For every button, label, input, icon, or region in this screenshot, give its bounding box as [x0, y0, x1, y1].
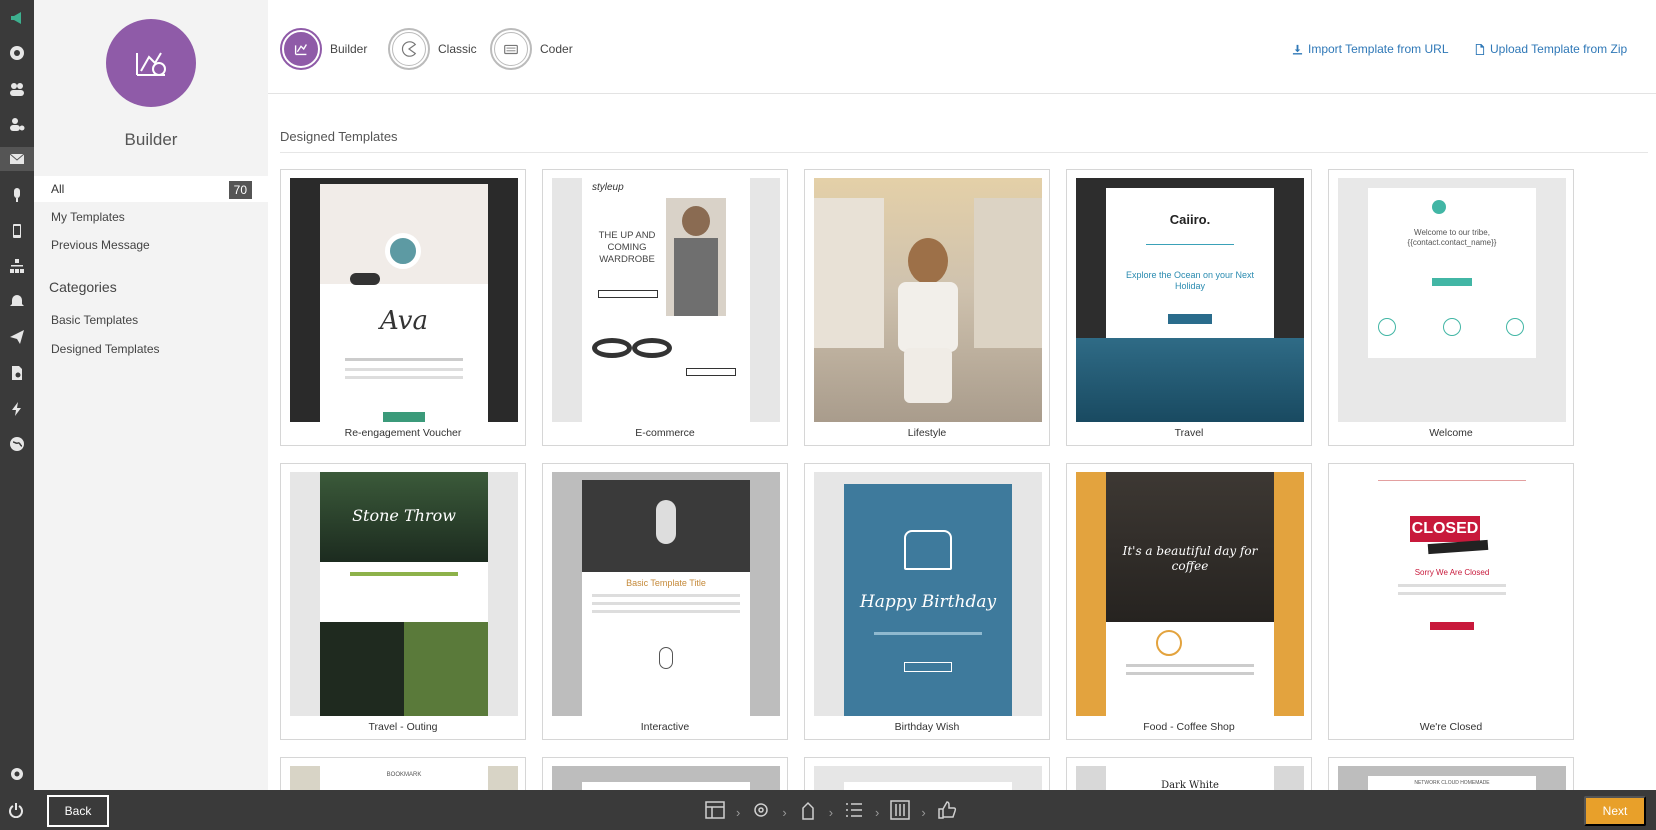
template-name: Re-engagement Voucher — [344, 427, 462, 439]
template-thumbnail: Ava — [290, 178, 518, 422]
app: Builder All 70 My Templates Previous Mes… — [0, 0, 1656, 830]
template-name: Welcome — [1429, 427, 1473, 439]
template-card-travel-outing[interactable]: Stone Throw Travel - Outing — [280, 463, 526, 740]
file-icon — [1475, 43, 1485, 55]
divider — [280, 152, 1648, 153]
builder-icon — [284, 32, 318, 66]
section-title: Designed Templates — [280, 129, 398, 144]
sitemap-icon[interactable] — [5, 254, 29, 278]
template-thumbnail: styleup THE UP AND COMING WARDROBE — [552, 178, 780, 422]
send-icon[interactable] — [5, 325, 29, 349]
download-icon — [1292, 44, 1303, 55]
gear-icon[interactable] — [5, 762, 29, 786]
sidebar: Builder All 70 My Templates Previous Mes… — [34, 0, 268, 790]
template-name: Travel - Outing — [368, 721, 438, 733]
mode-coder[interactable]: Coder — [490, 28, 573, 70]
sidebar-item-all[interactable]: All 70 — [34, 176, 268, 202]
list-step-icon[interactable] — [843, 799, 865, 826]
back-button[interactable]: Back — [47, 795, 109, 827]
microphone-icon[interactable] — [5, 183, 29, 207]
template-thumbnail: Happy Birthday — [814, 472, 1042, 716]
lightning-icon[interactable] — [5, 397, 29, 421]
thumbs-up-icon[interactable] — [936, 799, 958, 826]
user-settings-icon[interactable] — [5, 112, 29, 136]
category-designed-templates[interactable]: Designed Templates — [51, 342, 160, 356]
template-thumbnail: BOOKMARK — [290, 766, 518, 790]
sidebar-item-my-templates[interactable]: My Templates — [51, 210, 125, 224]
template-card-food-coffee-shop[interactable]: It's a beautiful day for coffee Food - C… — [1066, 463, 1312, 740]
template-name: Food - Coffee Shop — [1143, 721, 1235, 733]
mobile-icon[interactable] — [5, 219, 29, 243]
template-card-lifestyle[interactable]: Lifestyle — [804, 169, 1050, 446]
mode-label: Builder — [330, 42, 368, 56]
template-card-partial[interactable]: NETWORK CLOUD HOMEMADE — [1328, 757, 1574, 790]
template-thumbnail — [814, 178, 1042, 422]
count-badge: 70 — [228, 181, 252, 199]
pacman-icon — [392, 32, 426, 66]
settings-step-icon[interactable] — [750, 799, 772, 826]
sidebar-title: Builder — [124, 130, 178, 149]
next-button[interactable]: Next — [1584, 796, 1646, 826]
mode-label: Classic — [438, 42, 477, 56]
template-name: Interactive — [640, 721, 690, 733]
builder-logo-icon — [106, 19, 196, 107]
template-thumbnail — [552, 766, 780, 790]
template-card-e-commerce[interactable]: styleup THE UP AND COMING WARDROBE E-com… — [542, 169, 788, 446]
mode-label: Coder — [540, 42, 573, 56]
template-card-re-engagement-voucher[interactable]: Ava Re-engagement Voucher — [280, 169, 526, 446]
template-card-partial[interactable] — [804, 757, 1050, 790]
layout-step-icon[interactable] — [704, 799, 726, 826]
category-basic-templates[interactable]: Basic Templates — [51, 313, 138, 327]
globe-icon[interactable] — [5, 432, 29, 456]
mode-builder[interactable]: Builder — [280, 28, 367, 70]
template-card-travel[interactable]: Caiiro. Explore the Ocean on your Next H… — [1066, 169, 1312, 446]
template-thumbnail: NETWORK CLOUD HOMEMADE — [1338, 766, 1566, 790]
keyboard-icon — [494, 32, 528, 66]
template-card-interactive[interactable]: Basic Template Title Interactive — [542, 463, 788, 740]
power-icon[interactable] — [8, 802, 24, 823]
content-step-icon[interactable] — [797, 799, 819, 826]
template-thumbnail: Welcome to our tribe, {{contact.contact_… — [1338, 178, 1566, 422]
megaphone-icon[interactable] — [5, 6, 29, 30]
template-thumbnail: Caiiro. Explore the Ocean on your Next H… — [1076, 178, 1304, 422]
sliders-step-icon[interactable] — [889, 799, 911, 826]
template-thumbnail: Dark White — [1076, 766, 1304, 790]
template-thumbnail: CLOSED Sorry We Are Closed — [1338, 472, 1566, 716]
sidebar-item-label: All — [51, 182, 65, 196]
template-name: We're Closed — [1419, 721, 1483, 733]
template-thumbnail — [814, 766, 1042, 790]
template-thumbnail: It's a beautiful day for coffee — [1076, 472, 1304, 716]
mode-classic[interactable]: Classic — [388, 28, 477, 70]
wizard-steps: › › › › › — [704, 799, 958, 826]
template-card-birthday-wish[interactable]: Happy Birthday Birthday Wish — [804, 463, 1050, 740]
notification-settings-icon[interactable] — [5, 290, 29, 314]
report-icon[interactable] — [5, 361, 29, 385]
left-rail — [0, 0, 34, 790]
template-card-partial[interactable]: BOOKMARK — [280, 757, 526, 790]
dashboard-icon[interactable] — [5, 41, 29, 65]
contacts-icon[interactable] — [5, 77, 29, 101]
template-name: Travel — [1174, 427, 1204, 439]
template-name: Birthday Wish — [894, 721, 960, 733]
editor-mode-bar: Builder Classic Coder Import Template fr… — [268, 0, 1656, 94]
categories-heading: Categories — [49, 279, 117, 295]
import-template-url-link[interactable]: Import Template from URL — [1292, 42, 1449, 56]
template-card-were-closed[interactable]: CLOSED Sorry We Are Closed We're Closed — [1328, 463, 1574, 740]
template-name: E-commerce — [635, 427, 695, 439]
sidebar-item-previous-message[interactable]: Previous Message — [51, 238, 150, 252]
template-thumbnail: Stone Throw — [290, 472, 518, 716]
template-card-partial[interactable]: Dark White — [1066, 757, 1312, 790]
template-thumbnail: Basic Template Title — [552, 472, 780, 716]
template-card-partial[interactable] — [542, 757, 788, 790]
template-card-welcome[interactable]: Welcome to our tribe, {{contact.contact_… — [1328, 169, 1574, 446]
bottom-bar: Back › › › › › Next — [0, 790, 1656, 830]
email-icon[interactable] — [0, 147, 34, 171]
upload-template-zip-link[interactable]: Upload Template from Zip — [1474, 42, 1627, 56]
template-name: Lifestyle — [907, 427, 947, 439]
